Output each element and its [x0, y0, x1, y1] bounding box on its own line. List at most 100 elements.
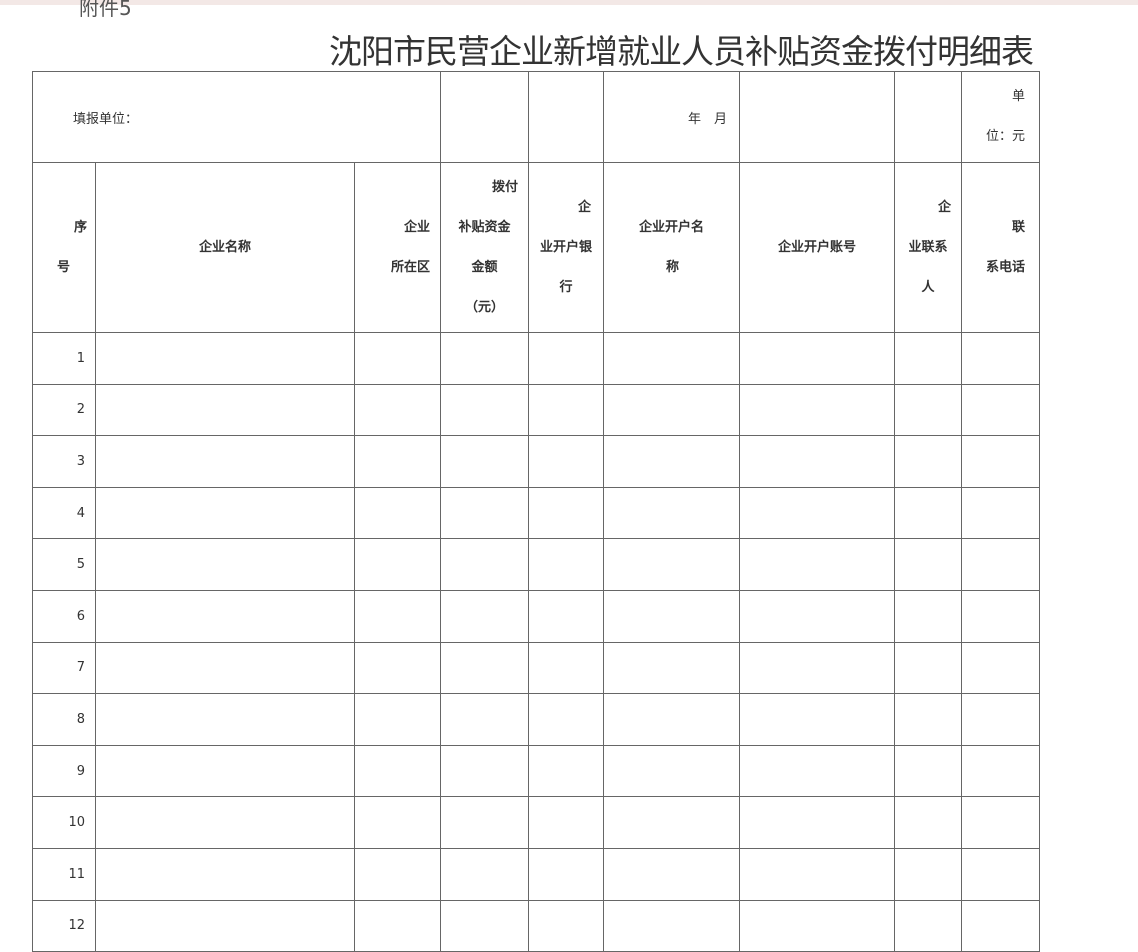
- header-text: 联: [1012, 219, 1026, 235]
- table-cell: [961, 847, 1041, 901]
- table-cell: [528, 744, 605, 798]
- row-index: 11: [32, 847, 96, 901]
- header-text: 系电话: [986, 259, 1026, 275]
- table-cell: [739, 847, 896, 901]
- date-label: 年 月: [603, 71, 741, 163]
- table-row: 12: [32, 899, 1041, 952]
- header-text: （元）: [465, 299, 505, 315]
- table-row: 5: [32, 538, 1041, 591]
- header-text: 所在区: [391, 259, 431, 275]
- table-cell: [894, 641, 963, 695]
- header-phone: 联 系电话: [961, 162, 1041, 333]
- row-index: 3: [32, 435, 96, 488]
- table-cell: [440, 435, 530, 488]
- table-cell: [353, 641, 442, 695]
- table-cell: [528, 383, 605, 437]
- table-row: 1: [32, 332, 1041, 385]
- table-cell: [440, 899, 530, 952]
- header-bank: 企 业开户银 行: [528, 162, 605, 333]
- page-title: 沈阳市民营企业新增就业人员补贴资金拨付明细表: [329, 32, 1034, 71]
- header-text: 拨付: [492, 179, 519, 195]
- row-index: 4: [32, 486, 96, 540]
- table-cell: [961, 899, 1041, 952]
- header-text: 补贴资金: [458, 219, 511, 235]
- table-cell: [894, 744, 963, 798]
- table-cell: [528, 332, 605, 385]
- table-cell: [353, 744, 442, 798]
- table-cell: [961, 332, 1041, 385]
- table-cell: [739, 435, 896, 488]
- table-cell: [894, 486, 963, 540]
- header-contact: 企 业联系 人: [894, 162, 963, 333]
- table-cell: [528, 435, 605, 488]
- unit-line: 单: [1012, 89, 1026, 104]
- table-cell: [739, 641, 896, 695]
- table-cell: [894, 435, 963, 488]
- header-company-name: 企业名称: [95, 162, 355, 333]
- info-cell-empty: [440, 71, 530, 163]
- table-cell: [95, 435, 355, 488]
- row-index: 7: [32, 641, 96, 695]
- table-cell: [961, 383, 1041, 437]
- table-cell: [95, 538, 355, 591]
- table-cell: [603, 744, 741, 798]
- table-cell: [603, 899, 741, 952]
- table-cell: [603, 435, 741, 488]
- table-cell: [894, 589, 963, 643]
- subsidy-table: 填报单位： 年 月 单 位：元 序 号 企业名称 企业 所在区 拨付 补贴资金 …: [31, 71, 1041, 952]
- table-cell: [353, 693, 442, 746]
- table-cell: [739, 332, 896, 385]
- table-cell: [894, 693, 963, 746]
- unit-line: 位：元: [986, 129, 1026, 144]
- table-row: 10: [32, 796, 1041, 849]
- table-cell: [353, 538, 442, 591]
- table-cell: [961, 693, 1041, 746]
- table-cell: [528, 693, 605, 746]
- table-row: 4: [32, 486, 1041, 540]
- table-row: 9: [32, 744, 1041, 798]
- table-cell: [603, 486, 741, 540]
- table-cell: [961, 589, 1041, 643]
- table-cell: [440, 641, 530, 695]
- table-cell: [440, 332, 530, 385]
- table-cell: [440, 486, 530, 540]
- header-text: 企: [578, 199, 592, 215]
- table-cell: [95, 899, 355, 952]
- table-row: 2: [32, 383, 1041, 437]
- table-cell: [353, 847, 442, 901]
- table-cell: [95, 589, 355, 643]
- table-cell: [440, 383, 530, 437]
- table-cell: [603, 538, 741, 591]
- table-row: 11: [32, 847, 1041, 901]
- table-cell: [961, 641, 1041, 695]
- table-cell: [894, 332, 963, 385]
- header-amount: 拨付 补贴资金 金额 （元）: [440, 162, 530, 333]
- table-cell: [894, 796, 963, 849]
- row-index: 2: [32, 383, 96, 437]
- table-cell: [353, 435, 442, 488]
- table-cell: [353, 486, 442, 540]
- table-row: 7: [32, 641, 1041, 695]
- table-cell: [440, 589, 530, 643]
- header-text: 业开户银: [540, 239, 593, 255]
- table-cell: [739, 693, 896, 746]
- table-cell: [353, 899, 442, 952]
- header-text: 序: [73, 219, 87, 235]
- info-cell-empty: [894, 71, 963, 163]
- table-cell: [95, 486, 355, 540]
- table-cell: [440, 693, 530, 746]
- header-text: 人: [921, 279, 935, 295]
- table-cell: [440, 796, 530, 849]
- table-cell: [894, 899, 963, 952]
- header-text: 称: [666, 259, 680, 275]
- header-text: 业联系: [908, 239, 948, 255]
- row-index: 5: [32, 538, 96, 591]
- header-account-name: 企业开户名 称: [603, 162, 741, 333]
- table-cell: [739, 589, 896, 643]
- table-cell: [528, 899, 605, 952]
- table-cell: [961, 486, 1041, 540]
- row-index: 12: [32, 899, 96, 952]
- table-cell: [894, 383, 963, 437]
- table-cell: [603, 693, 741, 746]
- table-cell: [440, 538, 530, 591]
